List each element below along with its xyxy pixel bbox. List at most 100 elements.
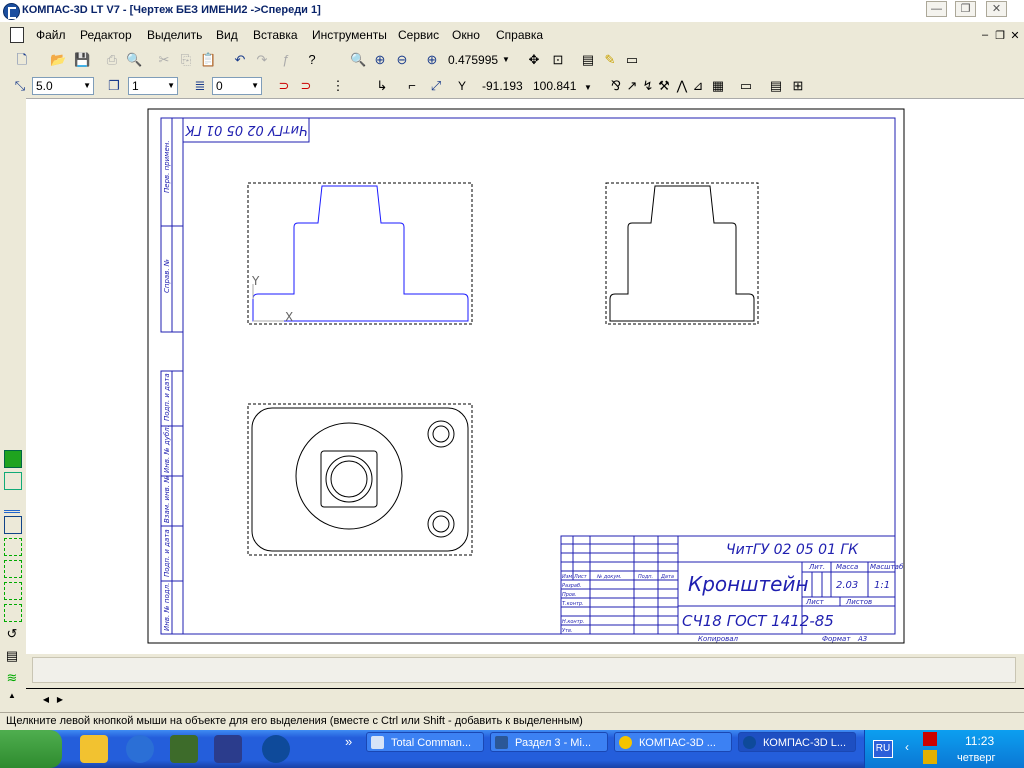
dimensions-tool-icon[interactable]: [4, 472, 22, 490]
open-folder-icon[interactable]: 📂: [50, 52, 66, 68]
local-cs-icon[interactable]: ↳: [374, 78, 390, 94]
clock-time[interactable]: 11:23: [965, 734, 994, 748]
layer-icon[interactable]: ❐: [106, 78, 122, 94]
mdi-close-icon[interactable]: ✕: [1008, 29, 1022, 42]
snap-magnet-icon[interactable]: ⊃: [276, 78, 292, 94]
wave-tool-icon[interactable]: ≋: [4, 670, 20, 686]
taskbar: » Total Comman... Раздел 3 - Mi... КОМПА…: [0, 730, 1024, 768]
picture-icon[interactable]: [170, 735, 198, 763]
coord-dropdown-icon[interactable]: ▼: [580, 80, 596, 96]
measure-tool-icon[interactable]: [4, 560, 22, 578]
language-indicator[interactable]: RU: [873, 740, 893, 758]
taskbar-item[interactable]: КОМПАС-3D ...: [614, 732, 732, 752]
mode-5-icon[interactable]: ⋀: [674, 78, 690, 94]
internet-explorer-icon[interactable]: [126, 735, 154, 763]
align-icon[interactable]: ⊞: [790, 78, 806, 94]
style-combo[interactable]: 0 ▼: [212, 77, 262, 95]
step-combo[interactable]: 5.0 ▼: [32, 77, 94, 95]
tray-expand-icon[interactable]: ‹: [905, 740, 909, 754]
new-document-icon[interactable]: 🗋: [14, 52, 30, 68]
menu-window[interactable]: Окно: [452, 28, 480, 42]
zoom-value[interactable]: 0.475995: [448, 53, 498, 67]
stamp-copied-label: Копировал: [698, 635, 739, 643]
side-label: Инв. № дубл.: [163, 425, 171, 473]
tree-icon[interactable]: ▤: [768, 78, 784, 94]
menu-file[interactable]: Файл: [36, 28, 66, 42]
kompas-quick-icon[interactable]: [262, 735, 290, 763]
print-icon[interactable]: ⎙: [104, 52, 120, 68]
mdi-minimize-icon[interactable]: –: [978, 29, 992, 41]
zoom-scale-icon[interactable]: ⊕: [424, 52, 440, 68]
step-icon[interactable]: ⤡: [12, 78, 28, 94]
kompas-app-icon[interactable]: [3, 3, 20, 20]
coord-y-field[interactable]: 100.841: [533, 79, 576, 93]
zoom-icon[interactable]: 🔍: [350, 52, 366, 68]
menu-service[interactable]: Сервис: [398, 28, 439, 42]
menu-help[interactable]: Справка: [496, 28, 543, 42]
geometry-tool-icon[interactable]: [4, 450, 22, 468]
rotate-tool-icon[interactable]: ↺: [4, 626, 20, 642]
report-tool-icon[interactable]: ▤: [4, 648, 20, 664]
taskbar-item[interactable]: Total Comman...: [366, 732, 484, 752]
close-button[interactable]: ✕: [986, 1, 1007, 17]
drawing-workspace[interactable]: Перв. примен. Справ. № Подп. и дата Инв.…: [26, 98, 1024, 655]
save-icon[interactable]: 💾: [74, 52, 90, 68]
fit-all-icon[interactable]: ⊡: [550, 52, 566, 68]
ortho-icon[interactable]: ⌐: [404, 78, 420, 94]
view-panel-icon[interactable]: ▭: [738, 78, 754, 94]
function-icon[interactable]: ƒ: [278, 52, 294, 68]
mode-4-icon[interactable]: ⚒: [656, 78, 672, 94]
layer-combo[interactable]: 1 ▼: [128, 77, 178, 95]
pencil-icon[interactable]: ✎: [602, 52, 618, 68]
mdi-restore-icon[interactable]: ❐: [993, 29, 1007, 42]
mode-2-icon[interactable]: ↗: [624, 78, 640, 94]
panel-icon[interactable]: ▭: [624, 52, 640, 68]
print-preview-icon[interactable]: 🔍: [126, 52, 142, 68]
cut-icon[interactable]: ✂: [156, 52, 172, 68]
menu-view[interactable]: Вид: [216, 28, 238, 42]
winamp-icon[interactable]: [80, 735, 108, 763]
mode-6-icon[interactable]: ⊿: [690, 78, 706, 94]
zoom-in-icon[interactable]: ⊕: [372, 52, 388, 68]
style-icon[interactable]: ≣: [192, 78, 208, 94]
coord-x-field[interactable]: -91.193: [482, 79, 523, 93]
cursor-icon[interactable]: ⤢: [428, 78, 444, 94]
selection-tool-icon[interactable]: [4, 582, 22, 600]
copy-icon[interactable]: ⎘: [178, 52, 194, 68]
taskbar-item[interactable]: Раздел 3 - Mi...: [490, 732, 608, 752]
menu-edit[interactable]: Редактор: [80, 28, 132, 42]
maximize-button[interactable]: ❐: [955, 1, 976, 17]
pan-icon[interactable]: ✥: [526, 52, 542, 68]
mode-1-icon[interactable]: ⅋: [608, 78, 624, 94]
mode-7-icon[interactable]: ▦: [710, 78, 726, 94]
grid-icon[interactable]: ⋮: [330, 78, 346, 94]
snap-options-icon[interactable]: ⊃: [298, 78, 314, 94]
antivirus-icon[interactable]: [923, 732, 937, 746]
menu-insert[interactable]: Вставка: [253, 28, 298, 42]
redo-icon[interactable]: ↷: [254, 52, 270, 68]
tab-scroll-right-icon[interactable]: ▶: [52, 692, 68, 708]
properties-icon[interactable]: ▤: [580, 52, 596, 68]
zoom-dropdown-icon[interactable]: ▼: [498, 52, 514, 68]
menu-tools[interactable]: Инструменты: [312, 28, 387, 42]
undo-icon[interactable]: ↶: [232, 52, 248, 68]
editing-tool-icon[interactable]: [4, 516, 22, 534]
mode-3-icon[interactable]: ↯: [640, 78, 656, 94]
minimize-button[interactable]: —: [926, 1, 947, 17]
zoom-out-icon[interactable]: ⊖: [394, 52, 410, 68]
spec-tool-icon[interactable]: [4, 604, 22, 622]
start-button[interactable]: [0, 730, 62, 768]
paste-icon[interactable]: 📋: [200, 52, 216, 68]
help-pointer-icon[interactable]: ?: [304, 52, 320, 68]
property-panel-area[interactable]: [32, 657, 1016, 683]
tray-app-icon[interactable]: [923, 750, 937, 764]
drawing-canvas[interactable]: Перв. примен. Справ. № Подп. и дата Инв.…: [26, 99, 1024, 655]
designations-tool-icon[interactable]: [4, 494, 20, 513]
quicklaunch-expand-icon[interactable]: »: [345, 734, 352, 749]
panel-expand-icon[interactable]: ▲: [4, 688, 20, 704]
document-menu-icon[interactable]: [10, 27, 24, 43]
parametrization-tool-icon[interactable]: [4, 538, 22, 556]
menu-select[interactable]: Выделить: [147, 28, 202, 42]
taskbar-item-active[interactable]: КОМПАС-3D L...: [738, 732, 856, 752]
floppy-icon[interactable]: [214, 735, 242, 763]
